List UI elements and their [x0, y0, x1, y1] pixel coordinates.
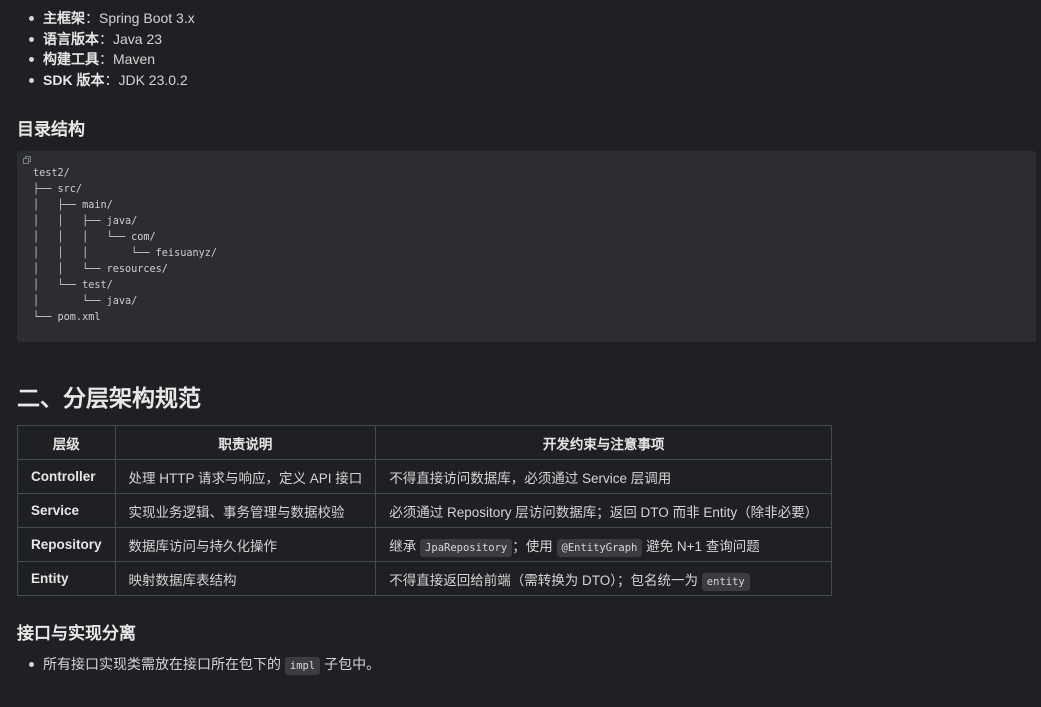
directory-heading: 目录结构	[17, 120, 85, 139]
code-block: test2/ ├── src/ │ ├── main/ │ │ ├── java…	[17, 151, 1036, 342]
table-header-row: 层级 职责说明 开发约束与注意事项	[17, 425, 833, 460]
inline-code: entity	[701, 572, 750, 591]
tech-stack-list: 主框架：Spring Boot 3.x 语言版本：Java 23 构建工具：Ma…	[28, 8, 195, 90]
inline-code: impl	[284, 657, 321, 675]
architecture-table: 层级 职责说明 开发约束与注意事项 Controller 处理 HTTP 请求与…	[17, 425, 833, 596]
layer-cell: Entity	[17, 561, 116, 596]
table-row: Repository 数据库访问与持久化操作 继承 JpaRepository；…	[17, 527, 833, 562]
item-value: Java 23	[113, 30, 163, 47]
table-row: Entity 映射数据库表结构 不得直接返回给前端（需转换为 DTO）；包名统一…	[17, 561, 833, 596]
column-header: 开发约束与注意事项	[375, 425, 833, 460]
duty-cell: 数据库访问与持久化操作	[114, 527, 377, 562]
constraint-cell: 继承 JpaRepository ；使用 @EntityGraph 避免 N+1 …	[375, 527, 833, 562]
directory-tree: test2/ ├── src/ │ ├── main/ │ │ ├── java…	[33, 168, 218, 323]
copy-icon[interactable]	[23, 156, 31, 164]
duty-cell: 实现业务逻辑、事务管理与数据校验	[114, 493, 377, 528]
section-title: 二、分层架构规范	[17, 385, 201, 411]
item-label: 语言版本	[43, 30, 99, 47]
layer-cell: Repository	[17, 527, 116, 562]
interface-list: 所有接口实现类需放在接口所在包下的 impl 子包中。	[28, 653, 380, 677]
constraint-cell: 不得直接访问数据库，必须通过 Service 层调用	[375, 459, 833, 494]
constraint-cell: 必须通过 Repository 层访问数据库；返回 DTO 而非 Entity（…	[375, 493, 833, 528]
inline-code: JpaRepository	[420, 538, 513, 557]
item-value: JDK 23.0.2	[118, 71, 188, 88]
document-page: 主框架：Spring Boot 3.x 语言版本：Java 23 构建工具：Ma…	[0, 0, 1041, 707]
column-header: 层级	[17, 425, 116, 460]
interface-heading: 接口与实现分离	[17, 624, 136, 643]
layer-cell: Service	[17, 493, 116, 528]
item-label: SDK 版本	[43, 71, 105, 88]
item-value: Maven	[113, 51, 156, 67]
item-value: Spring Boot 3.x	[99, 10, 195, 26]
duty-cell: 映射数据库表结构	[114, 561, 377, 596]
list-item: 构建工具：Maven	[28, 49, 195, 70]
layer-cell: Controller	[17, 459, 116, 494]
table-row: Service 实现业务逻辑、事务管理与数据校验 必须通过 Repository…	[17, 493, 833, 528]
item-label: 构建工具	[43, 51, 99, 67]
inline-code: @EntityGraph	[556, 538, 643, 557]
constraint-cell: 不得直接返回给前端（需转换为 DTO）；包名统一为 entity	[375, 561, 833, 596]
list-item: 语言版本：Java 23	[28, 29, 195, 50]
column-header: 职责说明	[114, 425, 377, 460]
list-item: SDK 版本：JDK 23.0.2	[28, 70, 195, 91]
table-row: Controller 处理 HTTP 请求与响应，定义 API 接口 不得直接访…	[17, 459, 833, 494]
list-item: 所有接口实现类需放在接口所在包下的 impl 子包中。	[28, 653, 380, 677]
item-label: 主框架	[43, 10, 85, 26]
duty-cell: 处理 HTTP 请求与响应，定义 API 接口	[114, 459, 377, 494]
list-item: 主框架：Spring Boot 3.x	[28, 8, 195, 29]
